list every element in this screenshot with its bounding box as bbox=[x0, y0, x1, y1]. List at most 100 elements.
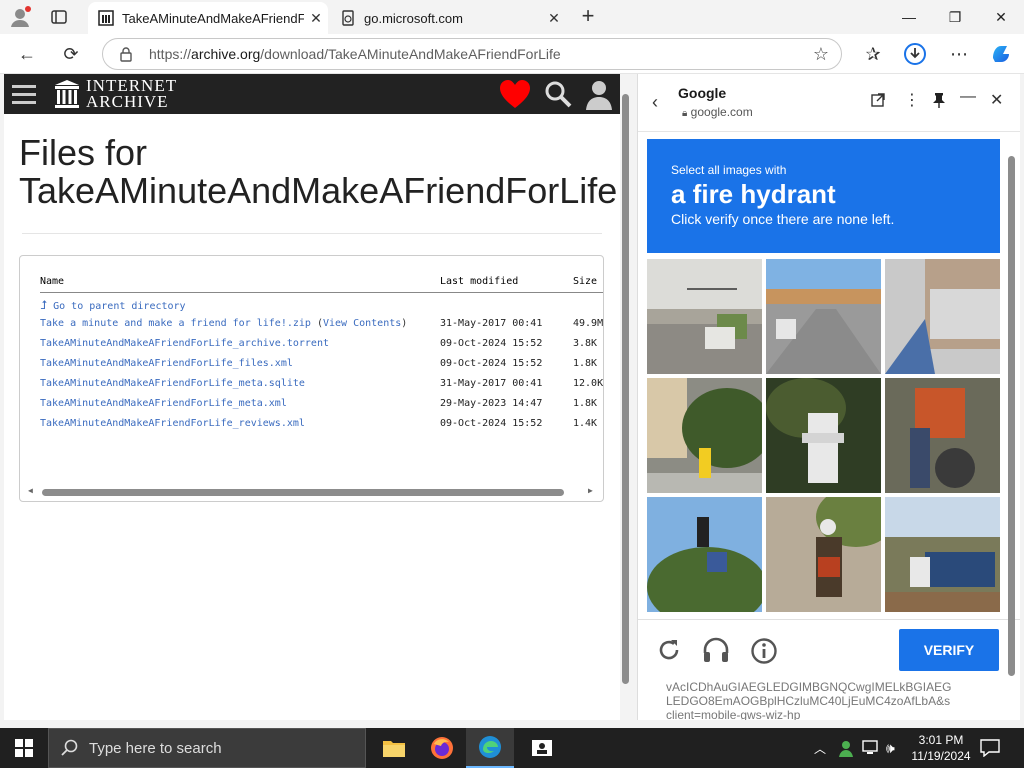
more-menu-icon[interactable]: ⋯ bbox=[944, 39, 974, 69]
table-row: TakeAMinuteAndMakeAFriendForLife_files.x… bbox=[40, 358, 603, 372]
tab-microsoft[interactable]: go.microsoft.com ✕ bbox=[330, 2, 566, 34]
show-hidden-icons-icon[interactable]: ︿ bbox=[814, 740, 826, 757]
page-title-line1: Files for bbox=[19, 132, 148, 173]
header-divider bbox=[40, 292, 603, 293]
tab-close-icon[interactable]: ✕ bbox=[304, 10, 328, 27]
file-explorer-icon[interactable] bbox=[370, 728, 418, 768]
url-host: archive.org bbox=[191, 46, 261, 62]
file-link[interactable]: TakeAMinuteAndMakeAFriendForLife_files.x… bbox=[40, 358, 293, 369]
tab-close-icon[interactable]: ✕ bbox=[542, 10, 566, 27]
clock-time: 3:01 PM bbox=[918, 733, 964, 747]
panel-site-name: Google bbox=[678, 85, 727, 101]
ia-building-icon[interactable] bbox=[54, 79, 80, 114]
view-contents-link[interactable]: View Contents bbox=[323, 318, 401, 329]
panel-minimize-icon[interactable]: — bbox=[960, 88, 976, 106]
taskbar-search-box[interactable]: Type here to search bbox=[48, 728, 366, 768]
horizontal-scrollbar[interactable]: ◀ ▶ bbox=[26, 486, 598, 498]
scrollbar-thumb[interactable] bbox=[42, 489, 564, 496]
file-size: 3.8K bbox=[573, 338, 598, 349]
copilot-icon[interactable] bbox=[986, 39, 1016, 69]
search-icon[interactable] bbox=[544, 80, 572, 113]
scroll-left-icon[interactable]: ◀ bbox=[28, 486, 33, 495]
open-in-tab-icon[interactable] bbox=[870, 92, 886, 113]
notifications-icon[interactable] bbox=[980, 739, 1000, 762]
file-link[interactable]: TakeAMinuteAndMakeAFriendForLife_meta.sq… bbox=[40, 378, 305, 389]
network-icon[interactable] bbox=[862, 740, 880, 761]
user-status-icon[interactable] bbox=[838, 739, 854, 762]
panel-close-icon[interactable]: ✕ bbox=[990, 90, 1003, 110]
audio-challenge-icon[interactable] bbox=[702, 637, 730, 668]
close-window-button[interactable]: ✕ bbox=[978, 0, 1024, 34]
favorites-icon[interactable]: ✰ bbox=[858, 39, 888, 69]
info-icon[interactable] bbox=[750, 637, 778, 670]
scrollbar-thumb[interactable] bbox=[622, 94, 629, 684]
captcha-tile-9[interactable] bbox=[885, 497, 1000, 612]
page-title-line2: TakeAMinuteAndMakeAFriendForLife bbox=[19, 170, 618, 211]
search-placeholder: Type here to search bbox=[89, 739, 222, 757]
address-bar[interactable]: https://archive.org/download/TakeAMinute… bbox=[102, 38, 842, 70]
captcha-url-text: vAcICDhAuGIAEGLEDGIMBGNQCwgIMELkBGIAEG L… bbox=[666, 680, 952, 720]
back-button[interactable]: ← bbox=[12, 39, 42, 69]
captcha-tile-6[interactable] bbox=[885, 378, 1000, 493]
table-row: TakeAMinuteAndMakeAFriendForLife_meta.sq… bbox=[40, 378, 604, 392]
url-path: /download/TakeAMinuteAndMakeAFriendForLi… bbox=[260, 46, 561, 62]
verify-button[interactable]: VERIFY bbox=[899, 629, 999, 671]
captcha-tile-5[interactable] bbox=[766, 378, 881, 493]
donate-heart-icon[interactable] bbox=[499, 79, 531, 114]
tab-archive[interactable]: TakeAMinuteAndMakeAFriendFor ✕ bbox=[88, 2, 328, 34]
page-scrollbar[interactable] bbox=[622, 94, 630, 706]
captcha-tile-8[interactable] bbox=[766, 497, 881, 612]
reload-icon[interactable] bbox=[656, 637, 682, 668]
hamburger-menu-icon[interactable] bbox=[12, 83, 36, 105]
captcha-tile-3[interactable] bbox=[885, 259, 1000, 374]
volume-icon[interactable]: 🕪︎ bbox=[886, 740, 895, 757]
captcha-line3: Click verify once there are none left. bbox=[671, 211, 895, 227]
table-row: TakeAMinuteAndMakeAFriendForLife_meta.xm… bbox=[40, 398, 603, 412]
refresh-button[interactable]: ⟳ bbox=[56, 39, 86, 69]
scrollbar-thumb[interactable] bbox=[1008, 156, 1015, 676]
ia-logo-line2: ARCHIVE bbox=[86, 92, 169, 111]
divider bbox=[22, 233, 602, 234]
web-page: INTERNET ARCHIVE Files for TakeAMinuteAn… bbox=[4, 74, 620, 720]
app-icon[interactable] bbox=[518, 728, 566, 768]
parent-directory-link[interactable]: ⮥ Go to parent directory bbox=[40, 298, 186, 312]
taskbar-clock[interactable]: 3:01 PM 11/19/2024 bbox=[906, 732, 976, 764]
file-link[interactable]: TakeAMinuteAndMakeAFriendForLife_reviews… bbox=[40, 418, 305, 429]
page-favicon-icon bbox=[340, 10, 356, 26]
captcha-tile-7[interactable] bbox=[647, 497, 762, 612]
panel-vertical-scrollbar[interactable] bbox=[1008, 156, 1016, 716]
profile-icon[interactable] bbox=[8, 5, 36, 29]
captcha-instructions: Select all images with a fire hydrant Cl… bbox=[647, 139, 1000, 253]
captcha-tile-2[interactable] bbox=[766, 259, 881, 374]
captcha-tile-4[interactable] bbox=[647, 378, 762, 493]
edge-icon[interactable] bbox=[466, 728, 514, 768]
url-prefix: https:// bbox=[149, 46, 192, 62]
favorite-star-icon[interactable]: ☆ bbox=[813, 44, 829, 65]
search-icon bbox=[61, 739, 79, 761]
file-size: 1.4K bbox=[573, 418, 598, 429]
file-modified: 31-May-2017 00:41 bbox=[440, 318, 543, 329]
lock-icon bbox=[119, 46, 133, 65]
user-account-icon[interactable] bbox=[584, 78, 614, 115]
downloads-icon[interactable] bbox=[900, 39, 930, 69]
panel-back-icon[interactable]: ‹ bbox=[652, 92, 658, 113]
scroll-right-icon[interactable]: ▶ bbox=[588, 486, 593, 495]
tab-title: go.microsoft.com bbox=[364, 10, 463, 26]
restore-button[interactable]: ❐ bbox=[932, 0, 978, 34]
file-size: 12.0K bbox=[573, 378, 604, 389]
minimize-button[interactable]: — bbox=[886, 0, 932, 34]
ia-logo[interactable]: INTERNET ARCHIVE bbox=[86, 77, 177, 111]
pin-icon[interactable] bbox=[932, 92, 946, 113]
panel-divider bbox=[638, 131, 1020, 132]
new-tab-button[interactable]: + bbox=[576, 4, 600, 30]
file-link[interactable]: Take a minute and make a friend for life… bbox=[40, 318, 407, 329]
tab-actions-icon[interactable] bbox=[50, 8, 70, 26]
file-link[interactable]: TakeAMinuteAndMakeAFriendForLife_archive… bbox=[40, 338, 329, 349]
captcha-footer-divider bbox=[638, 619, 1020, 620]
file-link[interactable]: TakeAMinuteAndMakeAFriendForLife_meta.xm… bbox=[40, 398, 287, 409]
panel-more-icon[interactable]: ⋮ bbox=[904, 90, 920, 110]
file-size: 49.9M bbox=[573, 318, 604, 329]
captcha-tile-1[interactable] bbox=[647, 259, 762, 374]
firefox-icon[interactable] bbox=[418, 728, 466, 768]
start-button[interactable] bbox=[0, 728, 48, 768]
